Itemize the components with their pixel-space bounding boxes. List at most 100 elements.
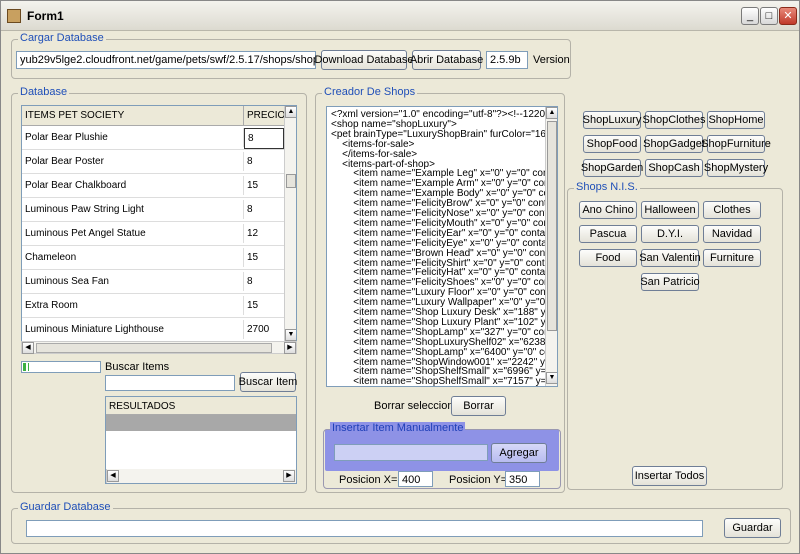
shop-button-shopgadget[interactable]: ShopGadget (643, 135, 705, 153)
table-row[interactable]: Polar Bear Poster 8 (22, 150, 284, 174)
table-row[interactable]: Chameleon 15 (22, 246, 284, 270)
item-price-cell[interactable]: 2700 (244, 320, 284, 339)
scroll-down-icon[interactable]: ▼ (546, 372, 557, 384)
minimize-button[interactable]: _ (741, 7, 759, 25)
shop-button-shopclothes[interactable]: ShopClothes (643, 111, 706, 129)
shop-button-shopfurniture[interactable]: ShopFurniture (701, 135, 771, 153)
guardar-path-input[interactable] (26, 520, 703, 537)
table-row[interactable]: Extra Room 15 (22, 294, 284, 318)
nis-button-san-patricio[interactable]: San Patricio (640, 273, 700, 291)
item-price-cell[interactable]: 15 (244, 176, 284, 195)
scroll-thumb[interactable] (286, 174, 296, 188)
xml-vertical-scrollbar[interactable]: ▲ ▼ (545, 107, 557, 386)
scroll-left-icon[interactable]: ◀ (22, 342, 34, 354)
guardar-database-legend: Guardar Database (18, 501, 113, 513)
table-row[interactable]: Luminous Paw String Light 8 (22, 198, 284, 222)
nis-button-d-y-i[interactable]: D.Y.I. (641, 225, 699, 243)
posicion-y-input[interactable]: 350 (505, 471, 540, 487)
nis-button-pascua[interactable]: Pascua (579, 225, 637, 243)
table-row[interactable]: Polar Bear Chalkboard 15 (22, 174, 284, 198)
progress-fill (23, 363, 29, 371)
col-header-precio[interactable]: PRECIO (244, 106, 284, 125)
item-price-cell[interactable]: 15 (244, 248, 284, 267)
insertar-todos-button[interactable]: Insertar Todos (632, 466, 707, 486)
nis-button-halloween[interactable]: Halloween (641, 201, 699, 219)
resultados-table[interactable]: RESULTADOS ◀ ▶ (105, 396, 297, 484)
version-input[interactable]: 2.5.9b (486, 51, 528, 69)
table-vertical-scrollbar[interactable]: ▲ ▼ (284, 106, 296, 341)
borrar-seleccion-label: Borrar seleccion (374, 400, 454, 412)
items-table[interactable]: ITEMS PET SOCIETY PRECIO Polar Bear Plus… (21, 105, 297, 342)
resultados-selected-row[interactable] (106, 415, 296, 431)
creador-shops-legend: Creador De Shops (322, 86, 418, 98)
item-name-cell[interactable]: Polar Bear Poster (22, 152, 244, 171)
cargar-database-legend: Cargar Database (18, 32, 106, 44)
item-name-cell[interactable]: Luminous Sea Fan (22, 272, 244, 291)
resultados-horizontal-scrollbar[interactable]: ◀ ▶ (106, 469, 296, 483)
shop-button-shopluxury[interactable]: ShopLuxury (583, 111, 641, 129)
borrar-button[interactable]: Borrar (451, 396, 506, 416)
main-window: Form1 _ □ ✕ Cargar Database yub29v5lge2.… (0, 0, 800, 554)
download-database-button[interactable]: Download Database (314, 50, 414, 70)
shop-button-shopfood[interactable]: ShopFood (583, 135, 641, 153)
title-bar: Form1 _ □ ✕ (1, 1, 799, 31)
shop-button-shopmystery[interactable]: ShopMystery (704, 159, 768, 177)
item-name-cell[interactable]: Luminous Pet Angel Statue (22, 224, 244, 243)
maximize-button[interactable]: □ (760, 7, 778, 25)
item-price-cell[interactable]: 8 (244, 152, 284, 171)
url-input[interactable]: yub29v5lge2.cloudfront.net/game/pets/swf… (16, 51, 316, 69)
insertar-item-input[interactable] (334, 444, 488, 461)
hscroll-thumb[interactable] (36, 343, 272, 353)
posicion-x-label: Posicion X= (339, 474, 398, 486)
item-name-cell[interactable]: Luminous Paw String Light (22, 200, 244, 219)
item-price-cell[interactable]: 8 (244, 272, 284, 291)
nis-button-san-valentin[interactable]: San Valentin (639, 249, 701, 267)
close-button[interactable]: ✕ (779, 7, 797, 25)
item-name-cell[interactable]: Extra Room (22, 296, 244, 315)
item-price-cell[interactable]: 8 (244, 200, 284, 219)
xml-editor[interactable]: <?xml version="1.0" encoding="utf-8"?><!… (326, 106, 558, 387)
scroll-right-icon[interactable]: ▶ (284, 342, 296, 354)
nis-button-ano-chino[interactable]: Ano Chino (579, 201, 637, 219)
progress-bar (21, 361, 101, 373)
insertar-legend: Insertar Item Manualmente (330, 422, 466, 434)
scroll-thumb[interactable] (547, 121, 557, 331)
table-row[interactable]: Luminous Sea Fan 8 (22, 270, 284, 294)
col-header-items[interactable]: ITEMS PET SOCIETY (22, 106, 244, 125)
resultados-header: RESULTADOS (106, 397, 296, 415)
item-price-cell[interactable]: 15 (244, 296, 284, 315)
nis-button-navidad[interactable]: Navidad (703, 225, 761, 243)
item-name-cell[interactable]: Polar Bear Plushie (22, 128, 244, 147)
resultados-header-label: RESULTADOS (109, 401, 176, 412)
scroll-right-icon[interactable]: ▶ (283, 470, 295, 482)
abrir-database-button[interactable]: Abrir Database (410, 50, 483, 70)
item-price-cell[interactable]: 12 (244, 224, 284, 243)
item-name-cell[interactable]: Luminous Miniature Lighthouse (22, 320, 244, 339)
buscar-items-label: Buscar Items (105, 361, 170, 373)
posicion-y-label: Posicion Y= (449, 474, 508, 486)
table-row[interactable]: Luminous Pet Angel Statue 12 (22, 222, 284, 246)
table-row[interactable]: Luminous Miniature Lighthouse 2700 (22, 318, 284, 341)
guardar-button[interactable]: Guardar (724, 518, 781, 538)
table-row[interactable]: Polar Bear Plushie 8 (22, 126, 284, 150)
agregar-button[interactable]: Agregar (491, 443, 547, 463)
table-horizontal-scrollbar[interactable]: ◀ ▶ (21, 341, 297, 354)
buscar-item-button[interactable]: Buscar Item (239, 372, 297, 392)
item-name-cell[interactable]: Polar Bear Chalkboard (22, 176, 244, 195)
item-name-cell[interactable]: Chameleon (22, 248, 244, 267)
scroll-up-icon[interactable]: ▲ (546, 107, 557, 119)
nis-button-food[interactable]: Food (579, 249, 637, 267)
scroll-left-icon[interactable]: ◀ (107, 470, 119, 482)
posicion-x-input[interactable]: 400 (398, 471, 433, 487)
shop-button-shopgarden[interactable]: ShopGarden (581, 159, 643, 177)
nis-button-furniture[interactable]: Furniture (703, 249, 761, 267)
shop-button-shophome[interactable]: ShopHome (707, 111, 765, 129)
xml-line: <item name="ShopShelfSmall" x="7157" y="… (353, 376, 557, 387)
buscar-input[interactable] (105, 375, 235, 391)
version-label: Version (533, 54, 570, 66)
shop-button-shopcash[interactable]: ShopCash (645, 159, 703, 177)
scroll-up-icon[interactable]: ▲ (285, 106, 296, 118)
scroll-down-icon[interactable]: ▼ (285, 329, 296, 341)
item-price-cell[interactable]: 8 (244, 128, 284, 149)
nis-button-clothes[interactable]: Clothes (703, 201, 761, 219)
